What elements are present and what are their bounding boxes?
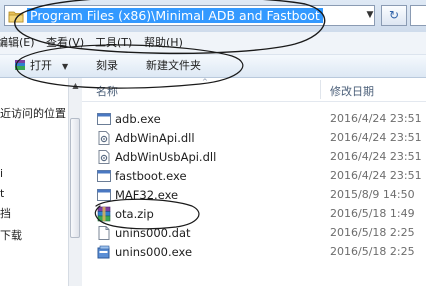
- scroll-up-icon[interactable]: ▲: [69, 80, 82, 92]
- nav-item-downloads[interactable]: 下载: [0, 228, 22, 244]
- file-name[interactable]: fastboot.exe: [115, 168, 187, 184]
- file-modified: 2015/8/9 14:50: [330, 188, 415, 201]
- file-name[interactable]: unins000.exe: [115, 244, 192, 260]
- winrar-icon: [15, 60, 25, 70]
- file-name[interactable]: adb.exe: [115, 111, 161, 127]
- burn-button[interactable]: 刻录: [96, 58, 118, 74]
- file-row[interactable]: MAF32.exe 2015/8/9 14:50: [82, 186, 426, 204]
- chevron-down-icon[interactable]: ▼: [365, 7, 375, 24]
- open-label: 打开: [30, 59, 52, 72]
- file-list: ^ 名称 修改日期 adb.exe 2016/4/24 23:51 AdbWin…: [82, 78, 426, 286]
- file-row[interactable]: unins000.exe 2016/5/18 2:25: [82, 243, 426, 261]
- navigation-pane: 近访问的位置 i t 挡 下载: [0, 78, 66, 286]
- nav-item-3[interactable]: 挡: [0, 206, 11, 222]
- menu-tools[interactable]: 工具(T): [95, 35, 132, 51]
- file-row[interactable]: AdbWinUsbApi.dll 2016/4/24 23:51: [82, 148, 426, 166]
- column-header: ^ 名称 修改日期: [82, 78, 426, 102]
- file-modified: 2016/4/24 23:51: [330, 169, 422, 182]
- chevron-down-icon[interactable]: ▼: [62, 62, 68, 71]
- nav-item-2[interactable]: t: [0, 186, 4, 202]
- column-date-header[interactable]: 修改日期: [330, 83, 374, 99]
- file-modified: 2016/4/24 23:51: [330, 131, 422, 144]
- menu-help[interactable]: 帮助(H): [144, 35, 183, 51]
- refresh-button[interactable]: ↻: [381, 5, 407, 26]
- file-name[interactable]: AdbWinUsbApi.dll: [115, 149, 216, 165]
- file-name[interactable]: unins000.dat: [115, 225, 191, 241]
- file-name[interactable]: ota.zip: [115, 206, 154, 222]
- installer-icon: [97, 245, 110, 259]
- file-modified: 2016/5/18 1:49: [330, 207, 415, 220]
- exe-icon: [97, 113, 111, 125]
- nav-scrollbar[interactable]: ▲: [68, 78, 82, 286]
- file-row[interactable]: ota.zip 2016/5/18 1:49: [82, 205, 426, 223]
- blank-file-icon: [98, 226, 110, 240]
- folder-icon: [8, 11, 24, 23]
- refresh-icon: ↻: [388, 8, 400, 22]
- column-divider[interactable]: [320, 80, 321, 99]
- nav-item-recent-places[interactable]: 近访问的位置: [0, 106, 66, 122]
- file-row[interactable]: AdbWinApi.dll 2016/4/24 23:51: [82, 129, 426, 147]
- winrar-archive-icon: [97, 206, 111, 222]
- search-box[interactable]: [410, 5, 426, 26]
- file-modified: 2016/5/18 2:25: [330, 226, 415, 239]
- dll-icon: [98, 131, 110, 145]
- command-toolbar: 打开 ▼ 刻录 新建文件夹: [0, 55, 426, 78]
- address-bar[interactable]: Program Files (x86)\Minimal ADB and Fast…: [4, 5, 375, 26]
- file-name[interactable]: AdbWinApi.dll: [115, 130, 195, 146]
- file-modified: 2016/5/18 2:25: [330, 245, 415, 258]
- exe-icon: [97, 170, 111, 182]
- file-row[interactable]: fastboot.exe 2016/4/24 23:51: [82, 167, 426, 185]
- nav-item-1[interactable]: i: [0, 166, 3, 182]
- file-name[interactable]: MAF32.exe: [115, 187, 178, 203]
- menu-edit[interactable]: 编辑(E): [0, 35, 35, 51]
- file-row[interactable]: unins000.dat 2016/5/18 2:25: [82, 224, 426, 242]
- file-modified: 2016/4/24 23:51: [330, 150, 422, 163]
- sort-indicator-icon: ^: [202, 78, 208, 86]
- open-button[interactable]: 打开 ▼: [14, 58, 68, 74]
- nav-scrollbar-thumb[interactable]: [70, 118, 80, 238]
- file-modified: 2016/4/24 23:51: [330, 112, 422, 125]
- address-path-text[interactable]: Program Files (x86)\Minimal ADB and Fast…: [27, 8, 323, 23]
- exe-icon: [97, 189, 111, 201]
- column-name-header[interactable]: 名称: [96, 83, 118, 99]
- address-bar-row: Program Files (x86)\Minimal ADB and Fast…: [0, 0, 426, 32]
- new-folder-button[interactable]: 新建文件夹: [146, 58, 201, 74]
- file-row[interactable]: adb.exe 2016/4/24 23:51: [82, 110, 426, 128]
- menu-view[interactable]: 查看(V): [46, 35, 84, 51]
- dll-icon: [98, 150, 110, 164]
- menu-bar: 编辑(E) 查看(V) 工具(T) 帮助(H): [0, 32, 426, 55]
